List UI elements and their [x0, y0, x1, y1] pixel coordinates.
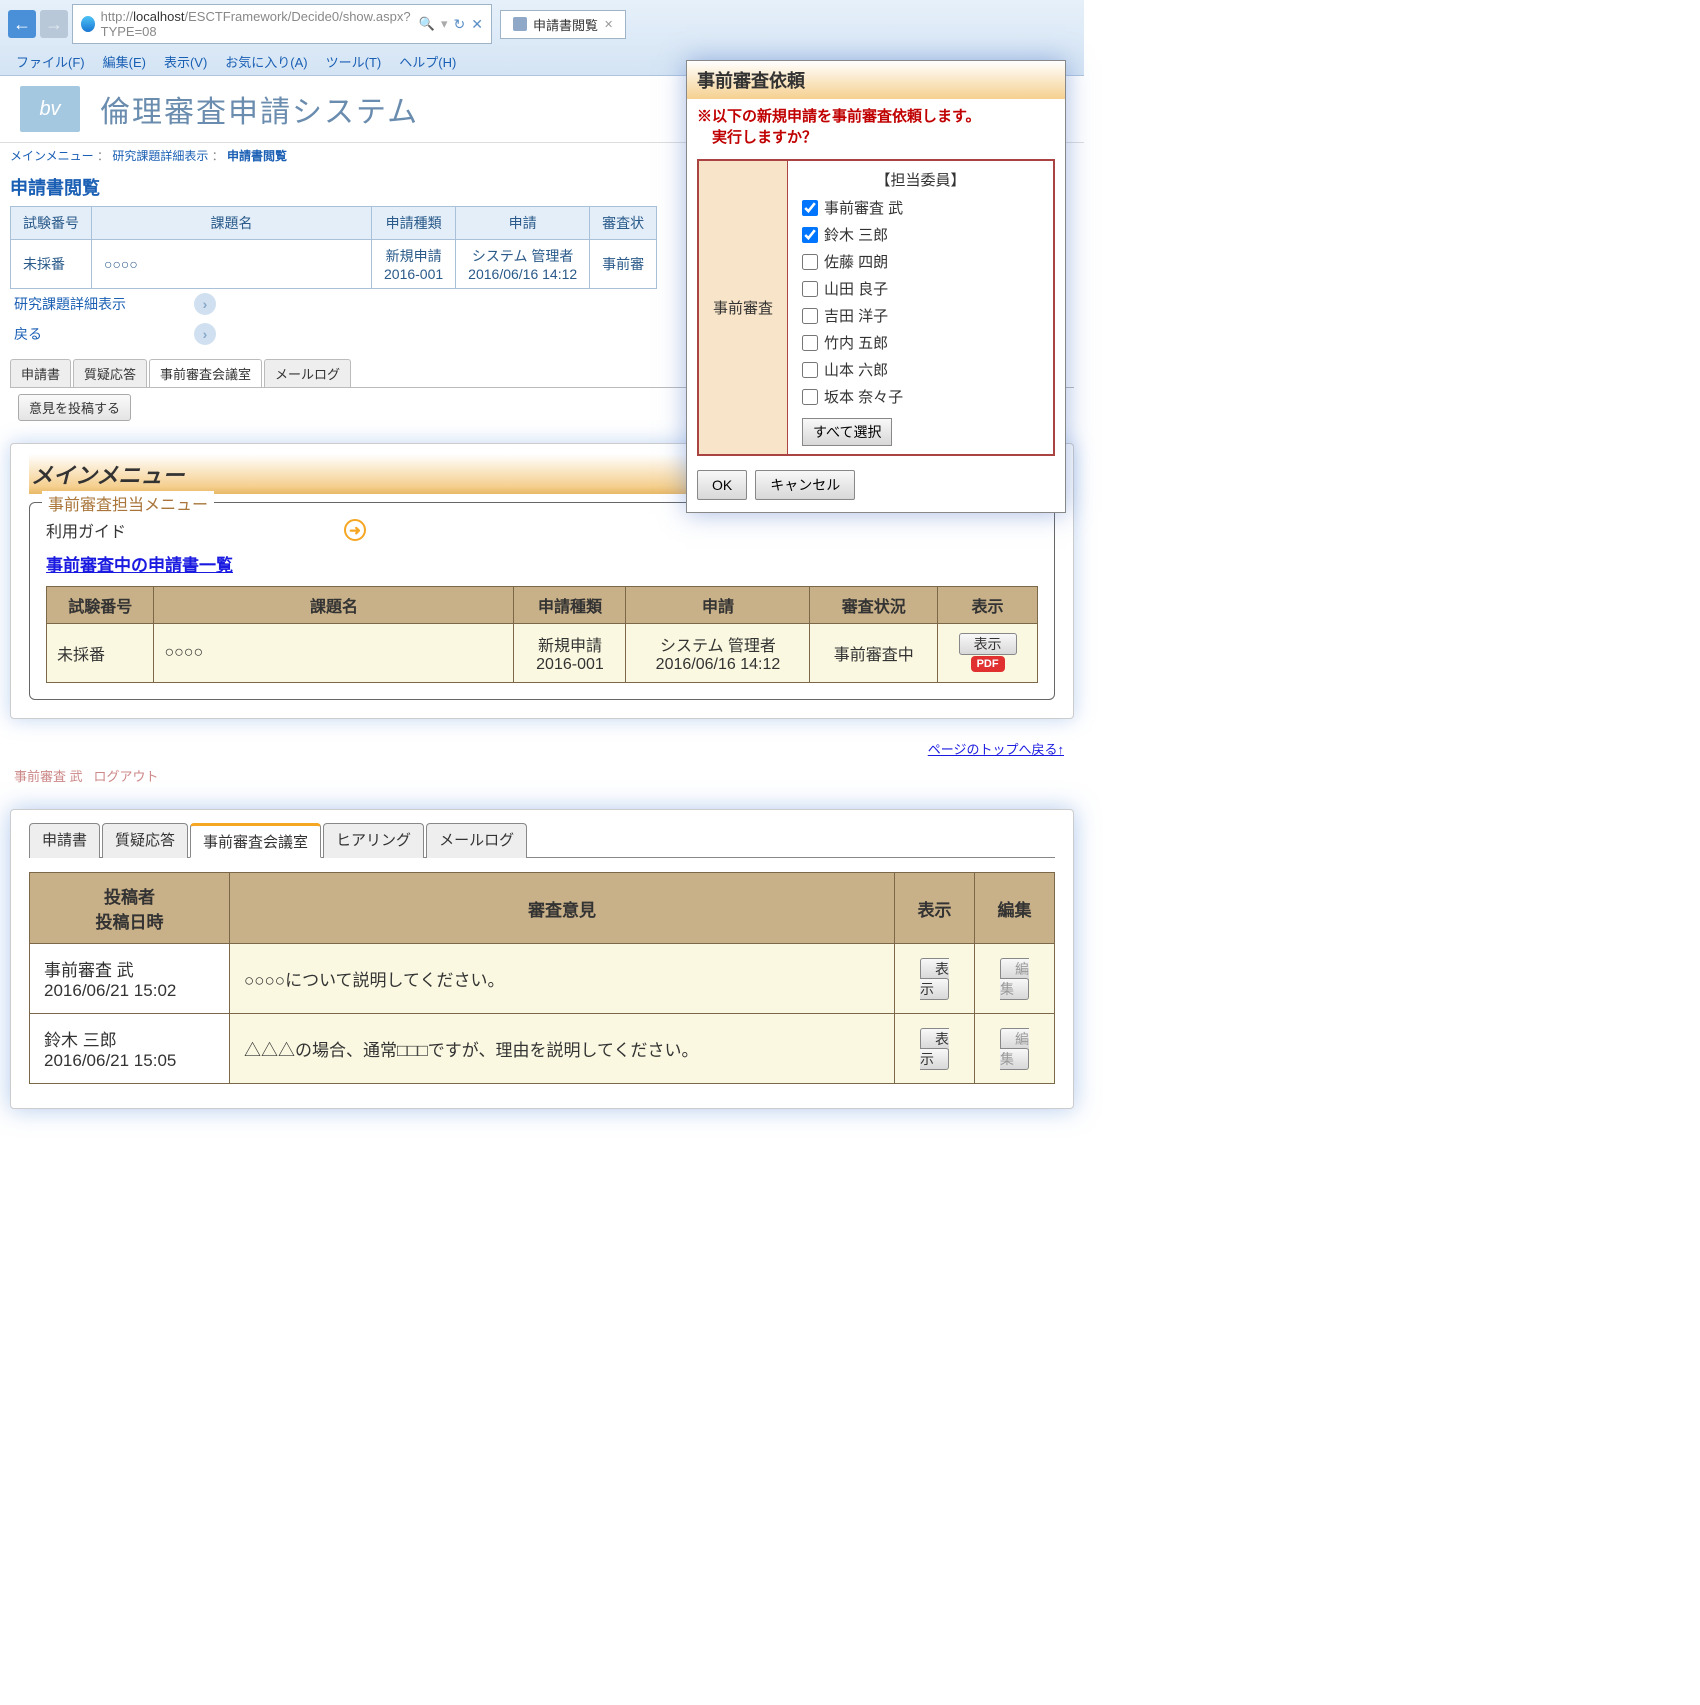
- favicon-icon: [513, 17, 527, 31]
- tab-application[interactable]: 申請書: [10, 359, 71, 387]
- tab-meeting[interactable]: 事前審査会議室: [190, 823, 321, 858]
- page-top-link[interactable]: ページのトップへ戻る↑: [928, 742, 1064, 757]
- member-checkbox[interactable]: [802, 389, 818, 405]
- opinion-table: 投稿者投稿日時 審査意見 表示 編集 事前審査 武2016/06/21 15:0…: [29, 872, 1055, 1084]
- detail-link[interactable]: 研究課題詳細表示: [14, 294, 174, 314]
- show-button[interactable]: 表示: [959, 633, 1017, 655]
- search-icon[interactable]: 🔍: [419, 16, 435, 32]
- table-row: 事前審査 武2016/06/21 15:02○○○○について説明してください。表…: [30, 944, 1055, 1014]
- tab-application[interactable]: 申請書: [29, 823, 100, 858]
- application-table: 試験番号 課題名 申請種類 申請 審査状 未採番 ○○○○ 新規申請2016-0…: [10, 206, 657, 289]
- tab-close-icon[interactable]: ✕: [604, 18, 613, 31]
- committee-member[interactable]: 山田 良子: [802, 275, 1039, 302]
- menu-file[interactable]: ファイル(F): [8, 50, 93, 73]
- app-logo: bv: [20, 86, 80, 132]
- edit-button[interactable]: 編集: [1000, 958, 1029, 1000]
- nav-back-button[interactable]: ←: [8, 10, 36, 38]
- show-button[interactable]: 表示: [920, 958, 949, 1000]
- committee-member[interactable]: 佐藤 四朗: [802, 248, 1039, 275]
- table-row: 鈴木 三郎2016/06/21 15:05△△△の場合、通常□□□ですが、理由を…: [30, 1014, 1055, 1084]
- committee-header: 【担当委員】: [802, 169, 1039, 190]
- address-bar[interactable]: http://localhost/ESCTFramework/Decide0/s…: [72, 4, 492, 44]
- menu-edit[interactable]: 編集(E): [95, 50, 154, 73]
- committee-member[interactable]: 竹内 五郎: [802, 329, 1039, 356]
- opinion-panel: 申請書 質疑応答 事前審査会議室 ヒアリング メールログ 投稿者投稿日時 審査意…: [10, 809, 1074, 1109]
- usage-guide-link[interactable]: 利用ガイド: [46, 518, 126, 542]
- table-row: 未採番 ○○○○ 新規申請2016-001 システム 管理者2016/06/16…: [11, 240, 657, 289]
- refresh-icon[interactable]: ↻: [454, 16, 466, 33]
- arrow-right-icon[interactable]: ›: [194, 323, 216, 345]
- committee-member[interactable]: 鈴木 三郎: [802, 221, 1039, 248]
- nav-forward-button[interactable]: →: [40, 10, 68, 38]
- th-applicant: 申請: [456, 207, 590, 240]
- menu-tools[interactable]: ツール(T): [318, 50, 390, 73]
- member-checkbox[interactable]: [802, 200, 818, 216]
- tab-qa[interactable]: 質疑応答: [102, 823, 188, 858]
- dialog-message: ※以下の新規申請を事前審査依頼します。 実行しますか？: [687, 99, 1065, 153]
- committee-member[interactable]: 山本 六郎: [802, 356, 1039, 383]
- select-all-button[interactable]: すべて選択: [802, 418, 892, 446]
- post-opinion-button[interactable]: 意見を投稿する: [18, 394, 131, 421]
- app-title: 倫理審査申請システム: [100, 87, 419, 131]
- tab-hearing[interactable]: ヒアリング: [323, 823, 424, 858]
- menu-view[interactable]: 表示(V): [156, 50, 215, 73]
- menu-help[interactable]: ヘルプ(H): [391, 50, 464, 73]
- member-checkbox[interactable]: [802, 281, 818, 297]
- pdf-icon[interactable]: PDF: [971, 656, 1005, 672]
- th-app-type: 申請種類: [372, 207, 456, 240]
- committee-member[interactable]: 坂本 奈々子: [802, 383, 1039, 410]
- back-link[interactable]: 戻る: [14, 324, 174, 344]
- browser-tab[interactable]: 申請書閲覧 ✕: [500, 10, 626, 39]
- tab-maillog[interactable]: メールログ: [264, 359, 351, 387]
- tab-meeting[interactable]: 事前審査会議室: [149, 359, 262, 387]
- pending-table: 試験番号 課題名 申請種類 申請 審査状況 表示 未採番 ○○○○ 新規申請20…: [46, 586, 1038, 683]
- dialog-category-label: 事前審査: [699, 161, 788, 454]
- arrow-right-icon[interactable]: ➜: [344, 519, 366, 541]
- member-checkbox[interactable]: [802, 362, 818, 378]
- committee-member[interactable]: 吉田 洋子: [802, 302, 1039, 329]
- member-checkbox[interactable]: [802, 227, 818, 243]
- pending-list-link[interactable]: 事前審査中の申請書一覧: [46, 551, 233, 576]
- th-subject: 課題名: [92, 207, 372, 240]
- breadcrumb-link[interactable]: 研究課題詳細表示: [112, 149, 208, 163]
- member-checkbox[interactable]: [802, 308, 818, 324]
- ie-icon: [81, 16, 95, 32]
- member-checkbox[interactable]: [802, 335, 818, 351]
- cancel-button[interactable]: キャンセル: [755, 470, 855, 500]
- edit-button[interactable]: 編集: [1000, 1028, 1029, 1070]
- breadcrumb-link[interactable]: メインメニュー: [10, 149, 94, 163]
- fieldset-legend: 事前審査担当メニュー: [42, 491, 214, 515]
- committee-member[interactable]: 事前審査 武: [802, 194, 1039, 221]
- opinion-tabs: 申請書 質疑応答 事前審査会議室 ヒアリング メールログ: [29, 822, 1055, 858]
- tab-qa[interactable]: 質疑応答: [73, 359, 147, 387]
- stop-icon[interactable]: ✕: [471, 16, 483, 33]
- th-trial-no: 試験番号: [11, 207, 92, 240]
- menu-favorites[interactable]: お気に入り(A): [217, 50, 315, 73]
- breadcrumb-current: 申請書閲覧: [227, 149, 287, 163]
- arrow-right-icon[interactable]: ›: [194, 293, 216, 315]
- th-status: 審査状: [590, 207, 657, 240]
- ok-button[interactable]: OK: [697, 470, 747, 500]
- show-button[interactable]: 表示: [920, 1028, 949, 1070]
- tab-maillog[interactable]: メールログ: [426, 823, 527, 858]
- table-row: 未採番 ○○○○ 新規申請2016-001 システム 管理者2016/06/16…: [47, 624, 1038, 683]
- dialog-title: 事前審査依頼: [687, 61, 1065, 99]
- confirm-dialog: 事前審査依頼 ※以下の新規申請を事前審査依頼します。 実行しますか？ 事前審査 …: [686, 60, 1066, 513]
- member-checkbox[interactable]: [802, 254, 818, 270]
